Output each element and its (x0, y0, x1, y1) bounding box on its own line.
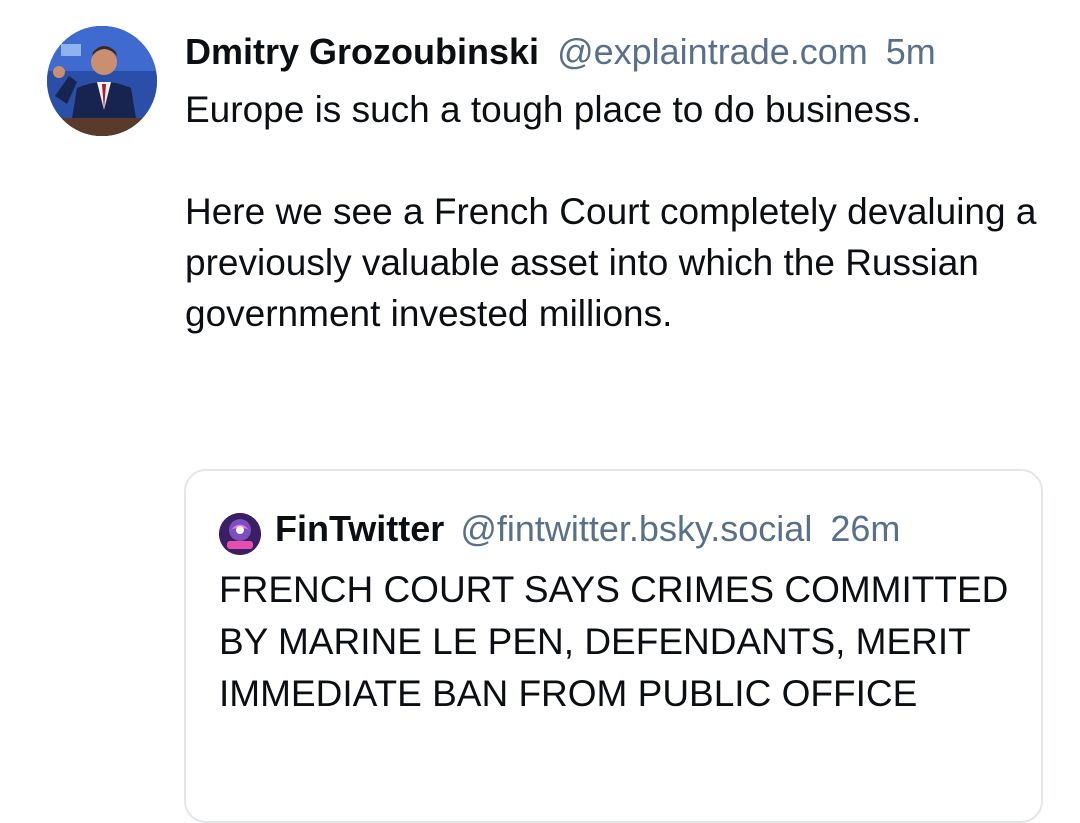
quoted-author-name[interactable]: FinTwitter (275, 508, 444, 549)
post-text: Europe is such a tough place to do busin… (185, 84, 1045, 339)
author-avatar[interactable] (47, 26, 157, 136)
post-paragraph: Here we see a French Court completely de… (185, 191, 1037, 334)
quoted-post[interactable]: FinTwitter @fintwitter.bsky.social 26m F… (184, 469, 1043, 823)
quoted-author-handle[interactable]: @fintwitter.bsky.social (460, 508, 812, 549)
quoted-post-text: FRENCH COURT SAYS CRIMES COMMITTED BY MA… (219, 569, 1009, 714)
author-name[interactable]: Dmitry Grozoubinski (185, 31, 539, 72)
quoted-post-timestamp[interactable]: 26m (830, 508, 900, 549)
fintwitter-logo-icon (219, 513, 261, 555)
quoted-post-header: FinTwitter @fintwitter.bsky.social 26m (275, 505, 900, 553)
post-header: Dmitry Grozoubinski @explaintrade.com 5m (185, 28, 936, 76)
author-handle[interactable]: @explaintrade.com (557, 31, 868, 72)
post-paragraph: Europe is such a tough place to do busin… (185, 89, 922, 130)
post[interactable]: Dmitry Grozoubinski @explaintrade.com 5m… (0, 0, 1080, 823)
quoted-author-avatar (219, 513, 261, 555)
post-timestamp[interactable]: 5m (886, 31, 936, 72)
author-avatar-image (47, 26, 157, 136)
